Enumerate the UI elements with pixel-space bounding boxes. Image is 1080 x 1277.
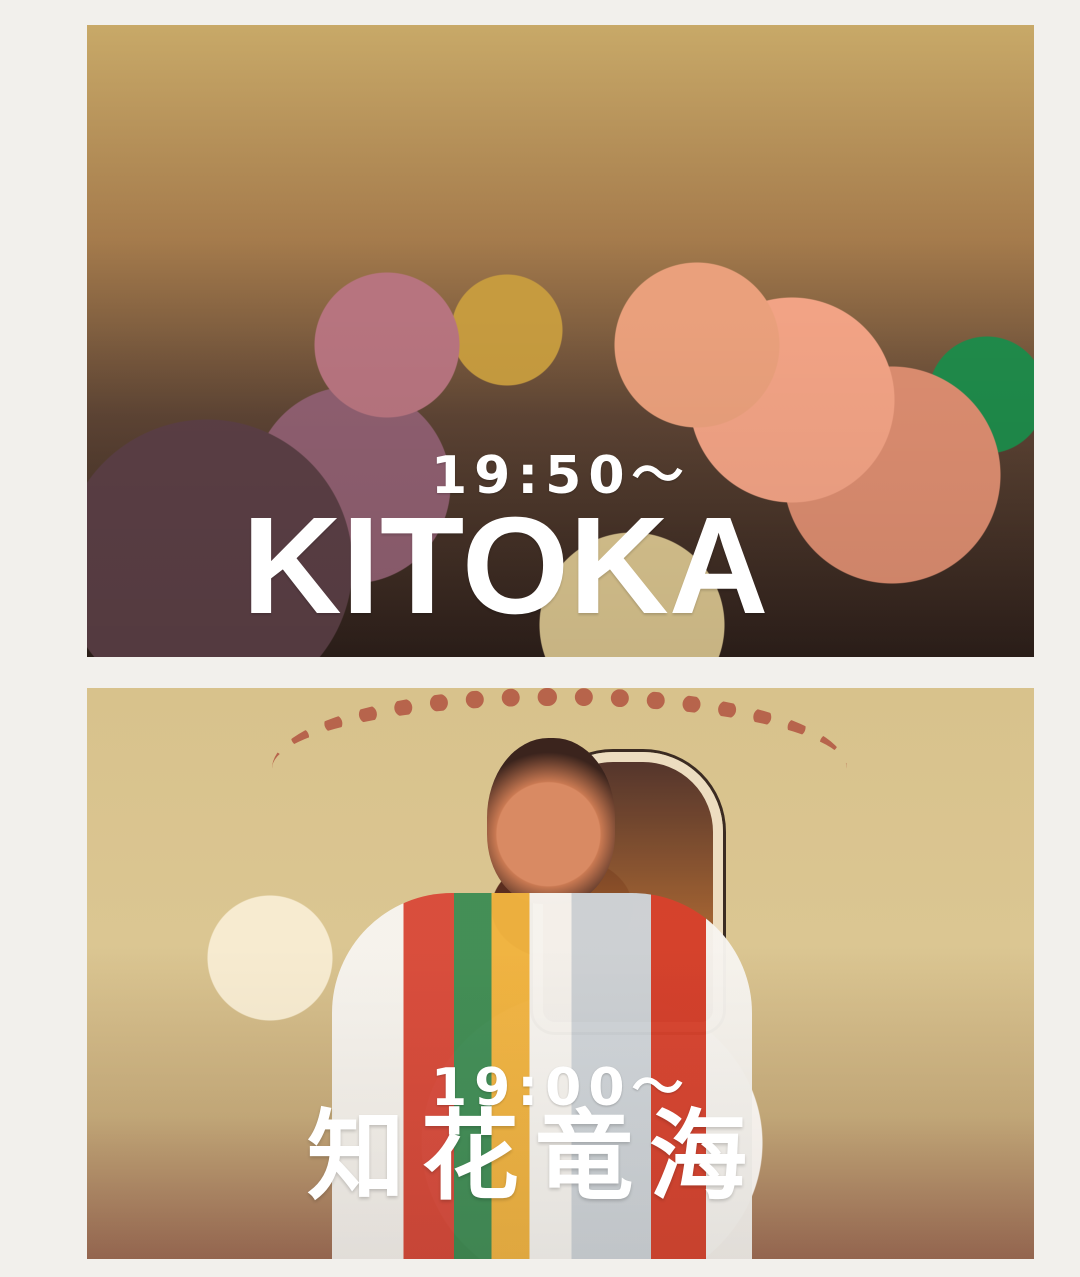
kitoka-photo-panel: 19:50〜 KITOKA [87, 25, 1034, 657]
chibana-photo-panel: 19:00〜 知花竜海 [87, 688, 1034, 1259]
chibana-name: 知花竜海 [307, 1100, 764, 1214]
flyer-page: 19:50〜 KITOKA 19:00〜 知花竜海 [0, 0, 1080, 1277]
kitoka-name: KITOKA [242, 489, 769, 643]
